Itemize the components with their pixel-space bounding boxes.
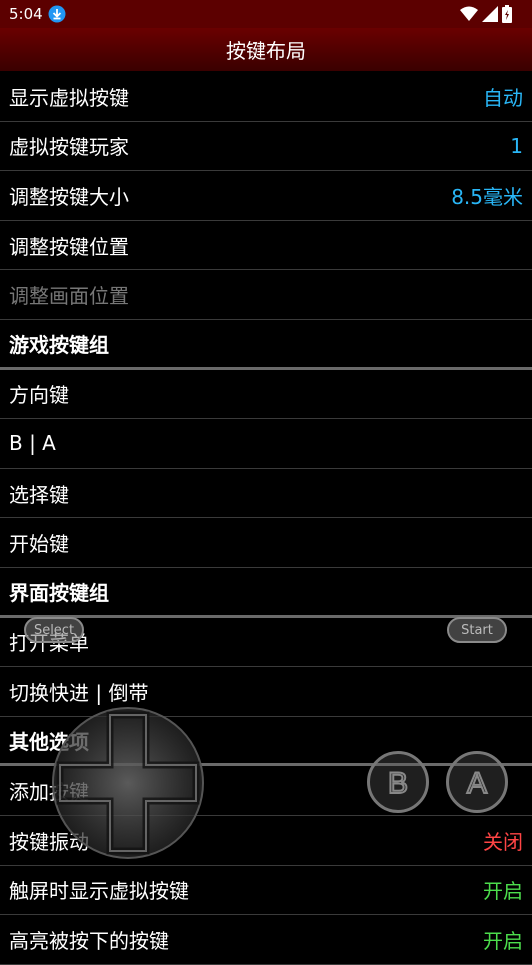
settings-row[interactable]: 虚拟按键玩家 1 [0, 122, 532, 172]
settings-row-label: 方向键 [9, 383, 69, 408]
settings-row-label: 按键振动 [9, 829, 89, 854]
settings-row-label: 开始键 [9, 532, 69, 557]
settings-row[interactable]: 打开菜单 [0, 618, 532, 668]
settings-row-label: 调整画面位置 [9, 284, 129, 309]
page-title: 按键布局 [226, 39, 306, 63]
settings-row-value: 开启 [483, 879, 523, 904]
settings-row[interactable]: 调整按键大小 8.5毫米 [0, 171, 532, 221]
settings-row[interactable]: 显示虚拟按键 自动 [0, 72, 532, 122]
section-header: 游戏按键组 [0, 320, 532, 370]
battery-icon [502, 5, 512, 23]
settings-row[interactable]: 高亮被按下的按键 开启 [0, 915, 532, 965]
signal-icon [482, 6, 498, 22]
settings-row[interactable]: 开始键 [0, 518, 532, 568]
settings-row-label: 高亮被按下的按键 [9, 928, 169, 953]
settings-row[interactable]: 添加按键 [0, 766, 532, 816]
settings-row-label: 虚拟按键玩家 [9, 135, 129, 160]
settings-row[interactable]: 调整画面位置 [0, 270, 532, 320]
section-header-label: 游戏按键组 [9, 332, 109, 357]
settings-row[interactable]: B | A [0, 419, 532, 469]
settings-row[interactable]: 切换快进 | 倒带 [0, 667, 532, 717]
settings-row-value: 关闭 [483, 829, 523, 854]
settings-row-label: 显示虚拟按键 [9, 85, 129, 110]
section-header: 其他选项 [0, 717, 532, 767]
section-header-label: 其他选项 [9, 729, 89, 754]
settings-row-label: 添加按键 [9, 780, 89, 805]
settings-row-label: B | A [9, 431, 56, 456]
settings-row-value: 自动 [483, 85, 523, 110]
settings-row-label: 切换快进 | 倒带 [9, 680, 149, 705]
settings-row[interactable]: 调整按键位置 [0, 221, 532, 271]
settings-row[interactable]: 触屏时显示虚拟按键 开启 [0, 866, 532, 916]
settings-row[interactable]: 按键振动 关闭 [0, 816, 532, 866]
settings-row-value: 1 [510, 133, 523, 158]
settings-row-label: 调整按键大小 [9, 184, 129, 209]
settings-row-label: 打开菜单 [9, 631, 89, 656]
settings-list: 显示虚拟按键 自动虚拟按键玩家 1 调整按键大小 8.5毫米调整按键位置 调整画面位置 游戏… [0, 72, 532, 965]
settings-row[interactable]: 选择键 [0, 469, 532, 519]
section-header: 界面按键组 [0, 568, 532, 618]
title-bar: 按键布局 [0, 28, 532, 71]
settings-row-label: 触屏时显示虚拟按键 [9, 879, 189, 904]
download-icon [48, 5, 66, 23]
settings-row[interactable]: 方向键 [0, 370, 532, 420]
settings-row-value: 开启 [483, 928, 523, 953]
settings-row-label: 选择键 [9, 482, 69, 507]
settings-row-label: 调整按键位置 [9, 234, 129, 259]
status-time: 5:04 [9, 5, 43, 23]
wifi-icon [460, 6, 478, 21]
section-header-label: 界面按键组 [9, 580, 109, 605]
settings-row-value: 8.5毫米 [451, 184, 523, 209]
status-bar: 5:04 [0, 0, 532, 28]
